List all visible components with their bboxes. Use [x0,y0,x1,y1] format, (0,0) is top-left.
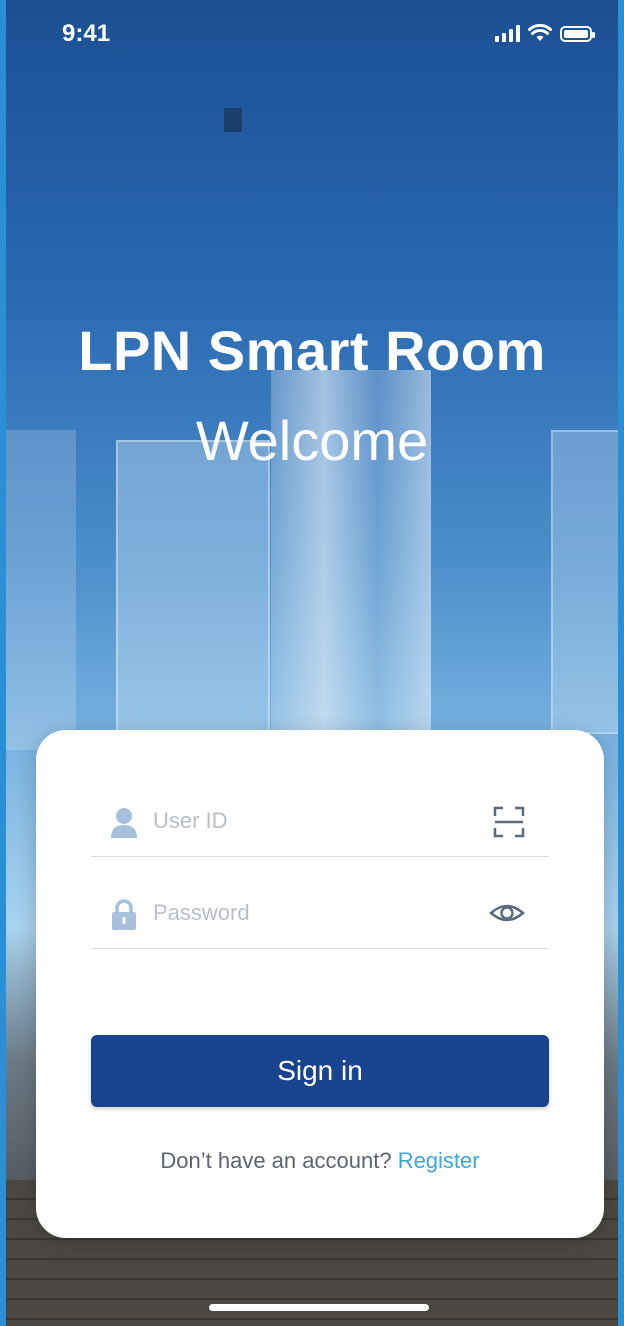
user-icon [111,808,137,838]
eye-icon[interactable] [489,898,525,928]
home-indicator[interactable] [209,1304,429,1311]
background-window-right [551,430,618,734]
password-placeholder[interactable]: Password [153,900,250,926]
status-time: 9:41 [62,20,111,47]
background-wall [6,430,76,750]
signal-icon [495,24,520,42]
lock-icon [112,899,136,930]
register-row: Don’t have an account? Register [36,1148,604,1174]
scan-icon[interactable] [493,806,525,838]
battery-icon [560,26,595,42]
background-window [116,440,270,734]
register-link[interactable]: Register [398,1148,480,1173]
app-title: LPN Smart Room [78,319,546,382]
status-icons [495,24,595,42]
login-card: User ID Password Sign in Don’t have an a… [36,730,604,1238]
welcome-heading: Welcome [195,409,429,472]
user-id-field[interactable]: User ID [91,786,549,857]
password-field[interactable]: Password [91,878,549,949]
register-prompt: Don’t have an account? [160,1148,392,1173]
status-bar: 9:41 [6,0,618,70]
wifi-icon [528,24,552,41]
ceiling-light [224,108,242,132]
login-screen: 9:41 LPN Smart Room Welcome User ID Pass… [0,0,624,1326]
user-id-placeholder[interactable]: User ID [153,808,228,834]
sign-in-button[interactable]: Sign in [91,1035,549,1107]
